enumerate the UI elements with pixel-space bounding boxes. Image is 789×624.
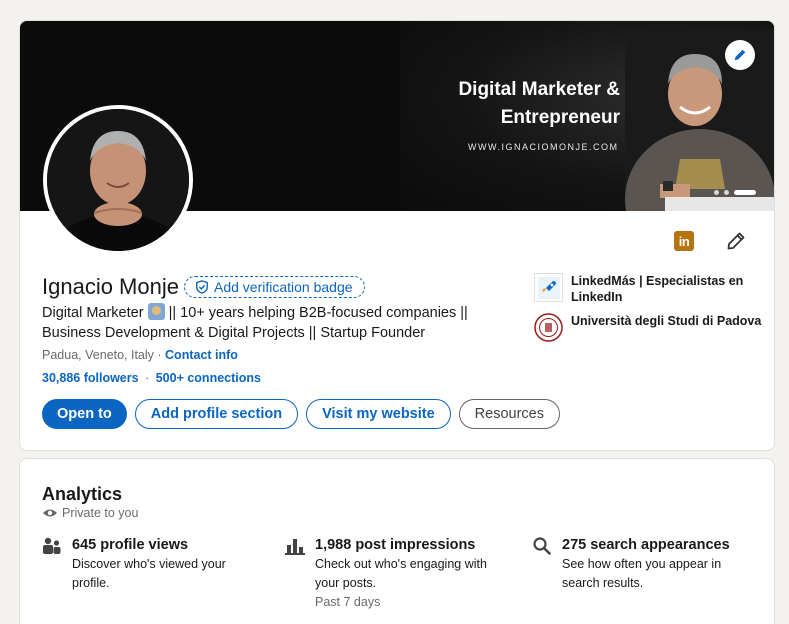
analytics-privacy: Private to you: [42, 506, 138, 520]
banner-title-line1: Digital Marketer &: [458, 79, 620, 100]
analytics-title: Analytics: [42, 484, 123, 504]
network-row: 30,886 followers · 500+ connections: [42, 371, 261, 385]
technologist-emoji-icon: [147, 303, 165, 320]
separator: ·: [157, 348, 162, 362]
resources-button[interactable]: Resources: [458, 399, 560, 429]
bar-chart-icon: [285, 539, 305, 555]
org-name: LinkedMás | Especialistas en LinkedIn: [571, 274, 744, 304]
profile-location: Padua, Veneto, Italy: [42, 348, 154, 362]
followers-link[interactable]: 30,886 followers: [42, 371, 139, 385]
profile-top-actions: in: [674, 231, 746, 251]
contact-info-link[interactable]: Contact info: [165, 348, 238, 362]
metric-desc: See how often you appear in search resul…: [562, 557, 722, 590]
banner-carousel-dots[interactable]: [714, 190, 756, 195]
edit-banner-button[interactable]: [725, 40, 755, 70]
carousel-dot[interactable]: [714, 190, 719, 195]
metric-desc: Check out who's engaging with your posts…: [315, 557, 487, 590]
connections-link[interactable]: 500+ connections: [156, 371, 261, 385]
rocket-logo-icon: [534, 273, 563, 302]
analytics-card: Analytics Private to you 645 profile vie…: [19, 458, 775, 624]
carousel-dot-active[interactable]: [734, 190, 756, 195]
banner-title: Digital Marketer & Entrepreneur: [440, 76, 620, 132]
linkedin-premium-icon[interactable]: in: [674, 231, 694, 251]
separator: ·: [145, 371, 150, 385]
metric-note: Past 7 days: [315, 595, 381, 609]
org-item-linkedmas[interactable]: LinkedMás | Especialistas en LinkedIn: [534, 273, 764, 305]
privacy-label: Private to you: [62, 506, 139, 520]
profile-actions: Open to Add profile section Visit my web…: [42, 399, 560, 429]
banner-title-line2: Entrepreneur: [500, 107, 620, 128]
metric-search-appearances[interactable]: 275 search appearances See how often you…: [532, 535, 762, 593]
metric-post-impressions[interactable]: 1,988 post impressions Check out who's e…: [285, 535, 515, 612]
metric-title: 275 search appearances: [562, 537, 730, 553]
profile-avatar[interactable]: [43, 105, 193, 255]
carousel-dot[interactable]: [724, 190, 729, 195]
pencil-icon: [734, 49, 746, 61]
org-name: Università degli Studi di Padova: [571, 314, 762, 328]
verification-label: Add verification badge: [213, 279, 353, 295]
search-icon: [533, 537, 551, 555]
profile-headline: Digital Marketer || 10+ years helping B2…: [42, 303, 512, 343]
add-verification-badge-button[interactable]: Add verification badge: [183, 276, 365, 298]
visit-website-button[interactable]: Visit my website: [306, 399, 451, 429]
metric-title: 1,988 post impressions: [315, 537, 476, 553]
headline-part1: Digital Marketer: [42, 305, 144, 321]
shield-check-icon: [196, 280, 208, 294]
org-item-unipd[interactable]: Università degli Studi di Padova: [534, 313, 764, 342]
edit-profile-pencil-icon[interactable]: [726, 231, 746, 251]
people-icon: [43, 537, 61, 554]
name-row: Ignacio Monje Add verification badge: [42, 274, 365, 300]
location-row: Padua, Veneto, Italy · Contact info: [42, 348, 238, 362]
add-profile-section-button[interactable]: Add profile section: [134, 399, 299, 429]
metric-desc: Discover who's viewed your profile.: [72, 557, 226, 590]
metric-title: 645 profile views: [72, 537, 189, 553]
avatar-photo: [47, 109, 189, 251]
university-seal-icon: [534, 313, 563, 342]
profile-card: Digital Marketer & Entrepreneur WWW.IGNA…: [19, 20, 775, 451]
banner-url: WWW.IGNACIOMONJE.COM: [468, 142, 619, 152]
eye-icon: [43, 509, 57, 517]
profile-organizations: LinkedMás | Especialistas en LinkedIn Un…: [534, 273, 764, 350]
open-to-button[interactable]: Open to: [42, 399, 127, 429]
metric-profile-views[interactable]: 645 profile views Discover who's viewed …: [42, 535, 272, 593]
profile-name: Ignacio Monje: [42, 274, 179, 299]
